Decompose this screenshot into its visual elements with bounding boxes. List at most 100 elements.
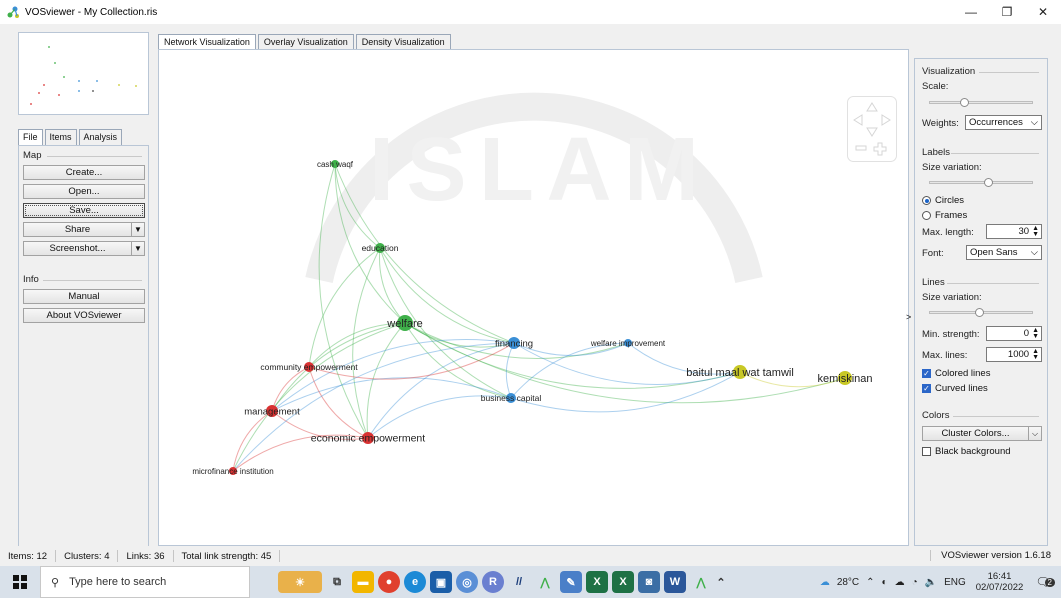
create-button[interactable]: Create... [23,165,145,180]
about-button[interactable]: About VOSviewer [23,308,145,323]
news-widget-icon[interactable]: ☀ [278,571,322,593]
cloud-icon[interactable]: ☁ [895,577,905,588]
chevron-down-icon[interactable]: ⌵ [1028,427,1041,440]
weather-icon[interactable]: ☁ [820,577,830,588]
spinner-arrows-icon[interactable]: ▲ ▼ [1032,225,1039,238]
tab-network-visualization[interactable]: Network Visualization [158,34,256,49]
minimize-button[interactable]: — [953,0,989,24]
spinner-arrows-icon[interactable]: ▲ ▼ [1032,348,1039,361]
slider-thumb[interactable] [960,98,969,107]
network-node-label[interactable]: education [362,243,399,253]
chrome-icon[interactable]: ● [378,571,400,593]
network-node-label[interactable]: management [244,406,300,417]
settings-panel: Visualization Scale: Weights: Occurrence… [914,58,1048,546]
network-node-label[interactable]: community empowerment [260,362,358,372]
store-icon[interactable]: ▣ [430,571,452,593]
max-length-spinner[interactable]: 30 ▲ ▼ [986,224,1042,239]
volume-icon[interactable]: 🔈 [925,577,937,588]
network-node-label[interactable]: cash waqf [317,160,354,169]
camera-icon[interactable]: ◙ [638,571,660,593]
colored-lines-label: Colored lines [935,368,991,379]
lines-size-slider[interactable] [929,308,1033,317]
navigation-control[interactable] [847,96,897,162]
network-node-label[interactable]: welfare [386,318,422,330]
curved-lines-checkbox[interactable]: ✓ Curved lines [922,383,988,394]
overflow-chevron-icon[interactable]: ⌃ [716,571,726,593]
file-explorer-icon[interactable]: ▬ [352,571,374,593]
network-node-label[interactable]: financing [495,338,533,349]
weights-value: Occurrences [969,117,1023,128]
network-link [367,342,515,439]
overview-map[interactable] [18,32,149,115]
title-bar: VOSviewer - My Collection.ris — ❐ ✕ [0,0,1061,24]
share-button[interactable]: Share ▼ [23,222,145,237]
chevron-down-icon[interactable]: ▼ [131,223,144,236]
manual-button[interactable]: Manual [23,289,145,304]
taskbar-search-input[interactable]: ⚲ Type here to search [40,566,250,598]
wifi-icon[interactable]: ◔ [912,577,918,588]
network-link [366,322,406,439]
tab-file[interactable]: File [18,129,43,145]
notes-icon[interactable]: ✎ [560,571,582,593]
tab-analysis[interactable]: Analysis [78,129,123,145]
word-icon[interactable]: W [664,571,686,593]
clock[interactable]: 16:41 02/07/2022 [976,571,1024,593]
restore-button[interactable]: ❐ [989,0,1025,24]
excel-icon-2[interactable]: X [612,571,634,593]
labels-size-slider[interactable] [929,178,1033,187]
task-view-icon[interactable]: ⧉ [326,571,348,593]
cluster-colors-label: Cluster Colors... [941,428,1010,439]
min-strength-label: Min. strength: [922,329,980,340]
tab-items[interactable]: Items [44,129,77,145]
network-link [271,339,515,412]
black-background-label: Black background [935,446,1011,457]
divider [47,156,142,157]
network-node-label[interactable]: welfare improvement [590,339,666,348]
frames-radio[interactable]: Frames [922,210,967,221]
colored-lines-checkbox[interactable]: ✓ Colored lines [922,368,990,379]
slider-thumb[interactable] [975,308,984,317]
network-icon[interactable]: ◐ [882,577,888,588]
windows-start-icon[interactable] [0,566,40,598]
spinner-arrows-icon[interactable]: ▲ ▼ [1032,327,1039,340]
vosviewer-active-icon[interactable]: ⋀ [690,571,712,593]
tab-density-visualization[interactable]: Density Visualization [355,34,451,49]
slash-app-icon[interactable]: // [508,571,530,593]
network-canvas[interactable]: ISLAM cash waqf education welfare financing… [158,49,909,546]
vosviewer-icon[interactable]: ⋀ [534,571,556,593]
cluster-colors-button[interactable]: Cluster Colors... ⌵ [922,426,1042,441]
font-value: Open Sans [970,247,1018,258]
panel-expander-icon[interactable]: > [906,312,911,322]
black-background-checkbox[interactable]: Black background [922,446,1011,457]
r-icon[interactable]: R [482,571,504,593]
min-strength-spinner[interactable]: 0 ▲ ▼ [986,326,1042,341]
visualization-group-title: Visualization [922,66,976,77]
save-button[interactable]: Save... [23,203,145,218]
close-button[interactable]: ✕ [1025,0,1061,24]
weather-temp[interactable]: 28°C [837,577,859,588]
screenshot-button[interactable]: Screenshot... ▼ [23,241,145,256]
excel-icon[interactable]: X [586,571,608,593]
slider-thumb[interactable] [984,178,993,187]
circles-radio[interactable]: Circles [922,195,964,206]
tray-chevron-icon[interactable]: ⌃ [866,577,874,588]
min-strength-value: 0 [1023,328,1030,339]
max-lines-spinner[interactable]: 1000 ▲ ▼ [986,347,1042,362]
total-link-strength: Total link strength: 45 [174,550,281,562]
app-icon[interactable]: ◎ [456,571,478,593]
scale-slider[interactable] [929,98,1033,107]
font-select[interactable]: Open Sans ⌵ [966,245,1042,260]
open-button[interactable]: Open... [23,184,145,199]
weights-select[interactable]: Occurrences ⌵ [965,115,1042,130]
chevron-down-icon[interactable]: ▼ [131,242,144,255]
tab-overlay-visualization[interactable]: Overlay Visualization [257,34,354,49]
network-node-label[interactable]: microfinance institution [192,467,273,476]
network-node-label[interactable]: business capital [481,393,542,403]
network-node-label[interactable]: economic empowerment [311,433,425,445]
network-node-label[interactable]: kemiskinan [817,373,872,385]
version-label: VOSviewer version 1.6.18 [930,550,1051,561]
language-indicator[interactable]: ENG [944,577,966,588]
map-group-title: Map [23,150,42,161]
network-node-label[interactable]: baitul maal wat tamwil [686,367,794,379]
edge-icon[interactable]: e [404,571,426,593]
